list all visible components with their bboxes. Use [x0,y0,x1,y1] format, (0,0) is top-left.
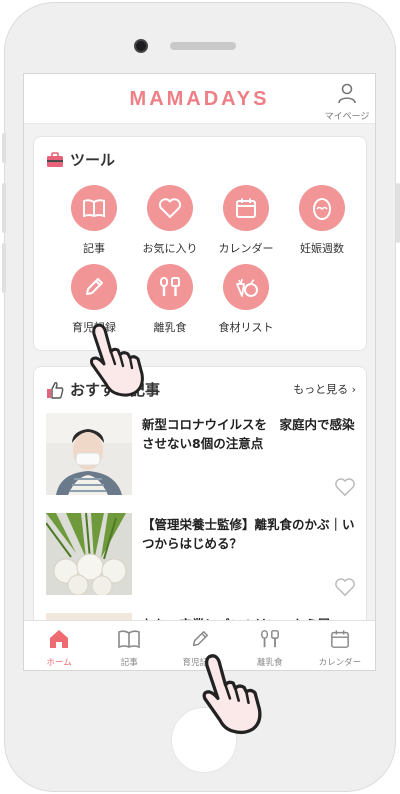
volume-down-button [2,243,6,293]
book-icon [118,630,141,649]
tool-label: 食材リスト [218,321,274,334]
heart-icon [158,198,182,218]
article-thumbnail [46,413,132,495]
tools-heading: ツール [46,149,115,170]
book-icon [83,199,105,218]
tab-label: カレンダー [318,658,362,668]
see-more-label: もっと見る [293,383,349,396]
tool-label: 記事 [83,242,105,255]
chevron-right-icon: › [351,383,356,396]
volume-up-button [2,183,6,233]
tool-label: カレンダー [218,242,274,255]
heart-outline-icon[interactable] [334,477,356,497]
see-more-link[interactable]: もっと見る › [293,381,356,397]
apple-carrot-icon [236,278,258,297]
tool-ingredient-list[interactable]: 食材リスト [208,264,284,335]
pencil-icon [86,278,103,295]
thumbs-up-icon [47,381,64,399]
pointing-hand-icon [202,654,262,735]
tool-label: お気に入り [142,242,198,255]
utensils-icon [260,630,279,648]
tools-card: ツール 記事 お気に入り カレンダー 妊娠週数 離乳食 食材リスト [33,136,367,351]
mypage-button[interactable]: マイページ [323,82,371,122]
tool-label: 妊娠週数 [300,242,344,255]
pencil-icon [192,631,208,647]
tab-label: ホーム [46,658,72,668]
toolbox-icon [47,151,63,167]
earpiece-speaker [170,42,236,50]
power-button [396,183,400,243]
tool-pregnancy-weeks[interactable]: 妊娠週数 [284,185,360,256]
article-title: 【管理栄養士監修】離乳食のかぶ｜いつからはじめる？ [142,517,355,551]
tab-home[interactable]: ホーム [24,621,94,670]
home-icon [50,630,69,648]
tool-calendar[interactable]: カレンダー [208,185,284,256]
calendar-icon [236,198,256,218]
app-header: MAMADAYS マイページ [24,74,375,124]
article-item[interactable]: 新型コロナウイルスを 家庭内で感染させない8個の注意点 [46,413,356,497]
calendar-icon [330,630,349,648]
egg-icon [313,198,331,220]
article-item[interactable]: 【管理栄養士監修】離乳食のかぶ｜いつからはじめる？ [46,513,356,597]
user-icon [338,83,356,104]
pointing-hand-icon [90,323,144,397]
article-thumbnail [46,513,132,595]
app-screen: MAMADAYS マイページ ツール 記事 お気に入り カレンダー 妊娠週数 離… [23,73,376,671]
tools-title: ツール [70,151,116,169]
heart-outline-icon[interactable] [334,577,356,597]
tab-calendar[interactable]: カレンダー [305,621,375,670]
mypage-label: マイページ [324,112,370,122]
tab-label: 記事 [120,658,138,668]
tool-articles[interactable]: 記事 [56,185,132,256]
article-title: 新型コロナウイルスを 家庭内で感染させない8個の注意点 [142,417,355,451]
tool-favorites[interactable]: お気に入り [132,185,208,256]
tab-articles[interactable]: 記事 [94,621,164,670]
mute-switch [2,133,6,163]
utensils-icon [160,277,180,296]
front-camera [134,39,148,53]
